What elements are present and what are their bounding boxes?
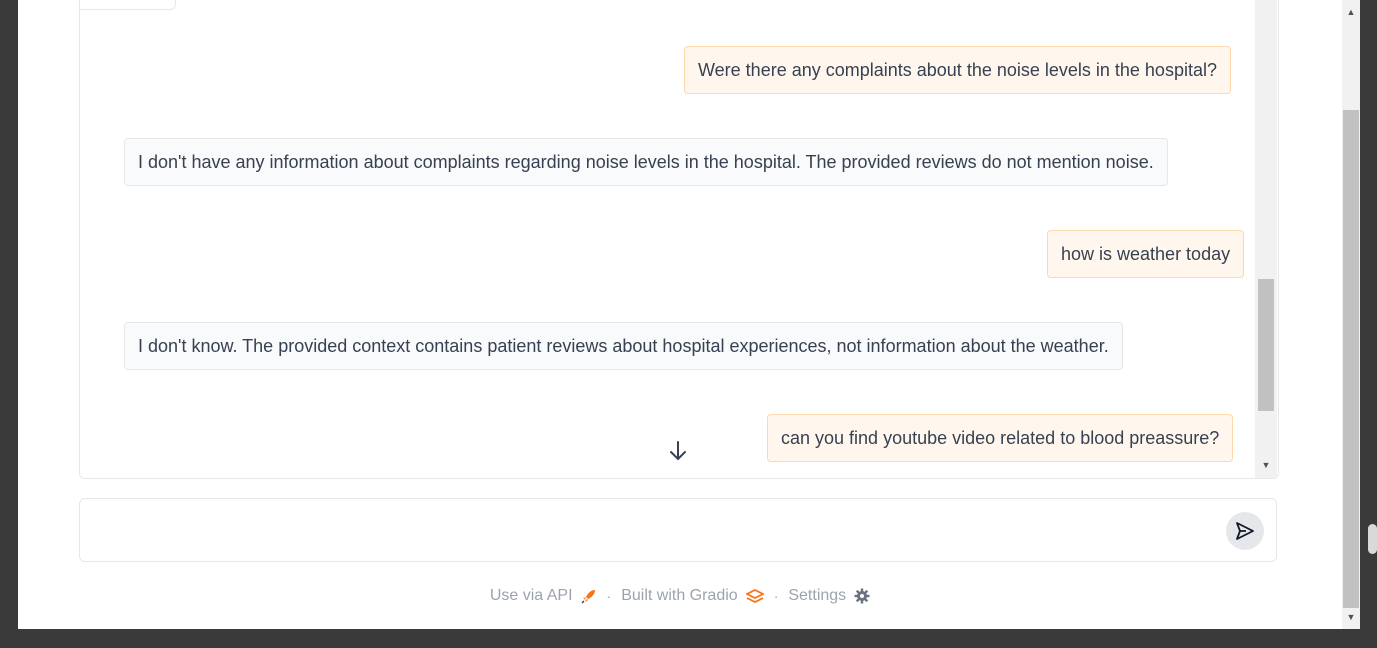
scroll-down-arrow[interactable]: ▼ xyxy=(1255,460,1277,470)
send-icon xyxy=(1236,522,1254,540)
user-message: can you find youtube video related to bl… xyxy=(767,414,1234,462)
message-text: Were there any complaints about the nois… xyxy=(698,59,1217,80)
gradio-label: Built with Gradio xyxy=(621,587,738,604)
rocket-icon xyxy=(580,590,595,604)
message-text: how is weather today xyxy=(1061,243,1231,264)
message-text: I don't have any information about compl… xyxy=(138,151,1154,172)
bot-message: I don't know. The provided context conta… xyxy=(124,322,1123,370)
gear-icon xyxy=(854,588,870,604)
message-text: can you find youtube video related to bl… xyxy=(781,427,1220,448)
scroll-to-bottom-button[interactable] xyxy=(664,437,692,465)
settings-label: Settings xyxy=(788,587,847,604)
footer-separator: · xyxy=(773,588,779,604)
resize-handle[interactable] xyxy=(1368,524,1377,554)
gradio-app: Were there any complaints about the nois… xyxy=(18,0,1342,629)
page-scrollbar-thumb[interactable] xyxy=(1343,110,1359,608)
send-button[interactable] xyxy=(1226,512,1264,550)
user-message: Were there any complaints about the nois… xyxy=(684,46,1231,94)
footer-separator: · xyxy=(606,588,612,604)
chatbot-panel: Were there any complaints about the nois… xyxy=(79,0,1279,479)
use-via-api-link[interactable]: Use via API xyxy=(490,587,597,605)
settings-link[interactable]: Settings xyxy=(788,587,870,605)
window-edge xyxy=(1360,0,1377,648)
arrow-down-icon xyxy=(670,441,686,461)
page-scrollbar[interactable]: ▲ ▼ xyxy=(1342,0,1360,629)
message-text: I don't know. The provided context conta… xyxy=(138,335,1109,356)
api-label: Use via API xyxy=(489,587,573,604)
chat-scrollbar[interactable]: ▼ xyxy=(1255,0,1277,478)
footer: Use via API · Built with Gradio · Settin… xyxy=(18,584,1342,608)
scroll-up-arrow[interactable]: ▲ xyxy=(1342,4,1360,20)
user-message: how is weather today xyxy=(1047,230,1245,278)
scroll-down-arrow[interactable]: ▼ xyxy=(1342,609,1360,625)
message-input[interactable] xyxy=(92,511,1216,553)
gradio-logo-icon xyxy=(745,589,764,603)
message-input-box xyxy=(79,498,1277,562)
bot-message: I don't have any information about compl… xyxy=(124,138,1168,186)
copy-button-partial[interactable] xyxy=(80,0,176,10)
built-with-gradio-link[interactable]: Built with Gradio xyxy=(621,587,764,605)
chat-scrollbar-thumb[interactable] xyxy=(1258,279,1274,411)
